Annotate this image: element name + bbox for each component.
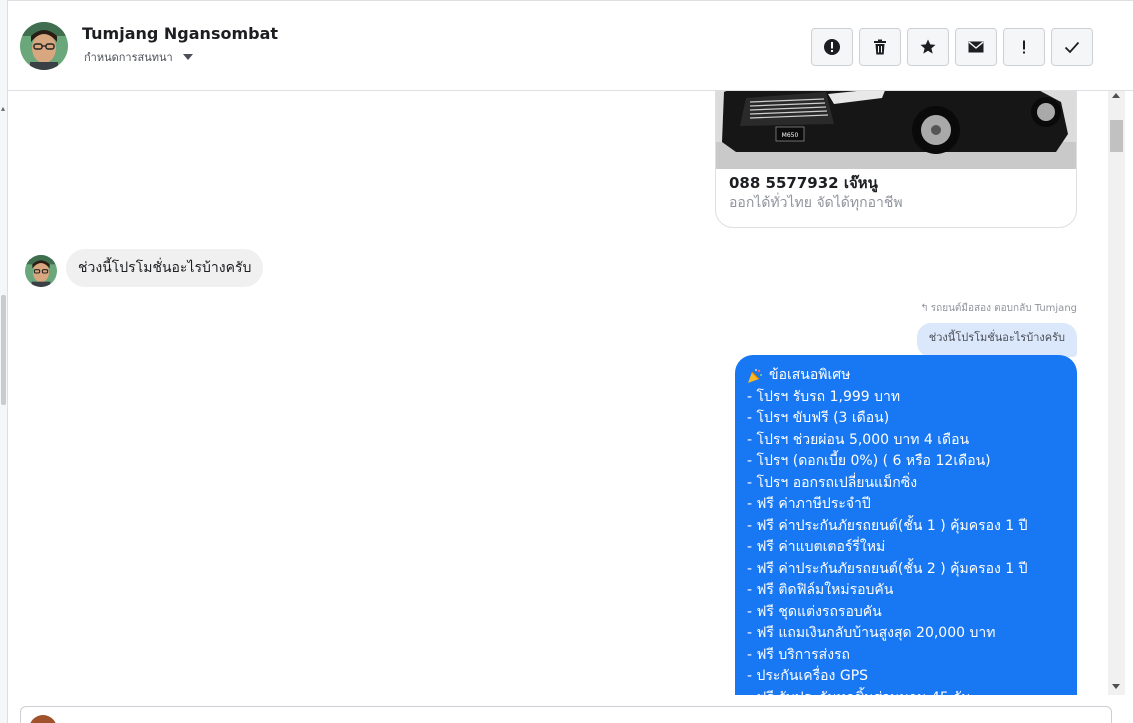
- mark-unread-button[interactable]: [955, 28, 997, 66]
- offer-line: - โปรฯ (ดอกเบี้ย 0%) ( 6 หรือ 12เดือน): [747, 453, 991, 469]
- resize-caret-icon: ▴: [1, 104, 6, 113]
- mark-spam-button[interactable]: [811, 28, 853, 66]
- page-avatar: [29, 715, 57, 723]
- left-panel-edge[interactable]: ▴: [0, 0, 8, 723]
- scroll-down-arrow-icon[interactable]: [1112, 684, 1120, 689]
- offer-line: - โปรฯ ออกรถเปลี่ยนแม็กซิ่ง: [747, 474, 918, 491]
- reply-meta: ↰ รถยนต์มือสอง ตอบกลับ Tumjang: [920, 301, 1077, 316]
- exclamation-icon: [1023, 40, 1025, 54]
- car-ad-description: ออกได้ทั่วไทย จัดได้ทุกอาชีพ: [729, 195, 903, 211]
- offer-line: - ฟรี ค่าประกันภัยรถยนต์(ชั้น 1 ) คุ้มคร…: [747, 517, 1028, 534]
- car-ad-card[interactable]: M650 088 5577932 เจ๊หนู ออกได้ทั่วไทย จั…: [715, 91, 1077, 228]
- alert-circle-icon: [824, 39, 840, 55]
- follow-up-button[interactable]: [1003, 28, 1045, 66]
- reply-arrow-icon: ↰: [920, 303, 929, 314]
- offer-line: - ฟรี ชุดแต่งรถรอบคัน: [747, 603, 882, 620]
- offer-line: - โปรฯ รับรถ 1,999 บาท: [747, 388, 901, 405]
- quoted-message[interactable]: ช่วงนี้โปรโมชั่นอะไรบ้างครับ: [916, 323, 1077, 357]
- check-icon: [1064, 41, 1080, 54]
- sender-avatar[interactable]: [25, 255, 57, 287]
- offer-heading: ข้อเสนอพิเศษ: [769, 367, 851, 383]
- incoming-message[interactable]: ช่วงนี้โปรโมชั่นอะไรบ้างครับ: [66, 249, 264, 287]
- car-photo: M650: [716, 91, 1076, 169]
- assign-conversation-dropdown[interactable]: กำหนดการสนทนา: [84, 48, 193, 66]
- inbox-window: ▴ Tumjang Ngansombat กำหนดการสนทนา M650 …: [0, 0, 1133, 723]
- offer-heading-row: ข้อเสนอพิเศษ: [747, 365, 1065, 387]
- trash-icon: [874, 39, 886, 55]
- offer-line: - ฟรี ติดฟิล์มใหม่รอบคัน: [747, 582, 894, 598]
- offer-line: - โปรฯ ขับฟรี (3 เดือน): [747, 410, 890, 426]
- delete-button[interactable]: [859, 28, 901, 66]
- scroll-up-arrow-icon[interactable]: [1112, 93, 1120, 98]
- caret-down-icon: [182, 54, 193, 60]
- reply-composer[interactable]: [20, 706, 1112, 723]
- offer-line: - โปรฯ ช่วยผ่อน 5,000 บาท 4 เดือน: [747, 431, 970, 448]
- conversation-header: Tumjang Ngansombat กำหนดการสนทนา: [8, 0, 1133, 91]
- contact-avatar[interactable]: [20, 22, 68, 70]
- contact-name: Tumjang Ngansombat: [82, 24, 279, 43]
- envelope-icon: [968, 41, 984, 53]
- outgoing-offer-message[interactable]: ข้อเสนอพิเศษ - โปรฯ รับรถ 1,999 บาท - โปร…: [735, 355, 1077, 695]
- thread-scrollbar[interactable]: [1108, 91, 1125, 695]
- plate-text: M650: [782, 132, 799, 139]
- offer-line: - ฟรี ค่าแบตเตอร์รี่ใหม่: [747, 539, 886, 555]
- offer-line: - ฟรี ค่าภาษีประจำปี: [747, 496, 871, 512]
- message-thread[interactable]: M650 088 5577932 เจ๊หนู ออกได้ทั่วไทย จั…: [8, 91, 1108, 695]
- left-scroll-grip[interactable]: [1, 295, 6, 405]
- conversation-toolbar: [811, 28, 1093, 66]
- offer-line: - ฟรี ค่าประกันภัยรถยนต์(ชั้น 2 ) คุ้มคร…: [747, 560, 1028, 577]
- offer-line: - ฟรี แถมเงินกลับบ้านสูงสุด 20,000 บาท: [747, 625, 996, 641]
- offer-line: - ประกันเครื่อง GPS: [747, 668, 869, 684]
- offer-lines: - โปรฯ รับรถ 1,999 บาท - โปรฯ ขับฟรี (3 เ…: [747, 387, 1065, 696]
- assign-label: กำหนดการสนทนา: [84, 51, 173, 64]
- reply-meta-text: รถยนต์มือสอง ตอบกลับ Tumjang: [930, 303, 1077, 314]
- star-icon: [920, 39, 936, 54]
- scroll-thumb[interactable]: [1110, 120, 1123, 152]
- offer-line: - ฟรี รับประกันทุกชิ้นส่วนนาน 45 วัน: [747, 688, 1065, 696]
- star-button[interactable]: [907, 28, 949, 66]
- party-popper-icon: [748, 368, 762, 383]
- mark-done-button[interactable]: [1051, 28, 1093, 66]
- offer-line: - ฟรี บริการส่งรถ: [747, 646, 851, 663]
